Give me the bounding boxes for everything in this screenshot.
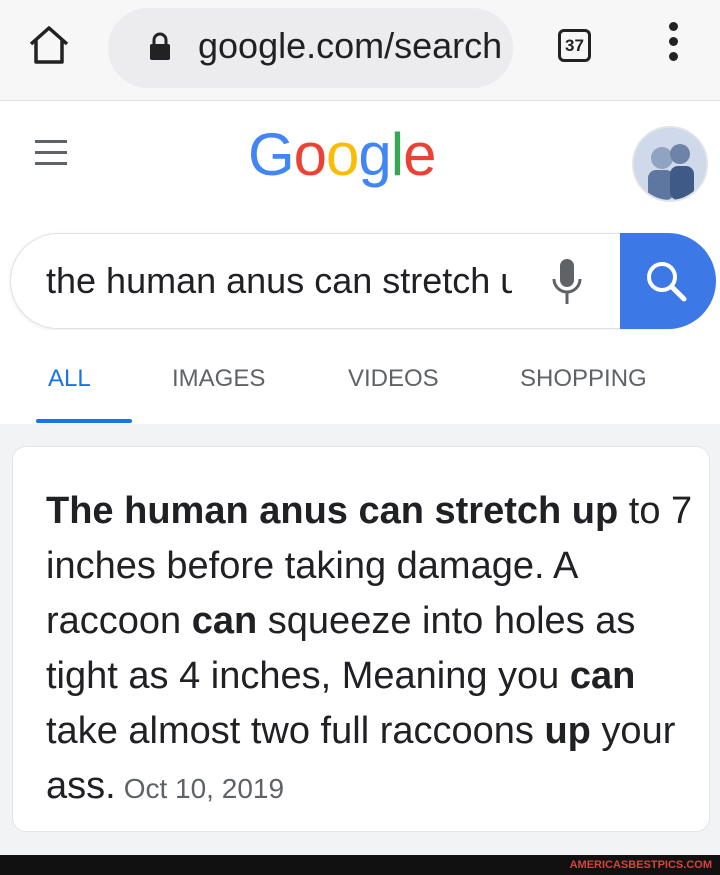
snippet-heading: The human anus can stretch up [46, 490, 619, 532]
search-button[interactable] [620, 233, 716, 329]
active-tab-indicator [36, 419, 132, 423]
logo-letter: e [403, 121, 436, 188]
tab-all[interactable]: ALL [48, 364, 91, 394]
url-text[interactable]: google.com/search [198, 18, 510, 74]
avatar[interactable] [632, 126, 708, 202]
snippet-bold-term: can [569, 655, 636, 697]
search-input[interactable] [46, 252, 512, 310]
tab-count-button[interactable]: 37 [558, 29, 591, 62]
snippet-text-part: take almost two full raccoons [46, 710, 545, 752]
hamburger-icon[interactable] [35, 140, 67, 172]
microphone-icon[interactable] [550, 257, 584, 307]
tab-shopping[interactable]: SHOPPING [520, 364, 647, 394]
logo-letter: o [326, 121, 359, 188]
logo-letter: l [390, 121, 404, 188]
logo-letter: g [358, 121, 391, 188]
more-vert-icon[interactable] [664, 22, 682, 70]
snippet-bold-term: up [544, 710, 591, 752]
logo-letter: G [248, 121, 295, 188]
magnifier-icon [647, 262, 687, 302]
google-logo[interactable]: Google [248, 115, 437, 195]
featured-snippet-text: The human anus can stretch up to 7 inche… [46, 484, 696, 816]
logo-letter: o [293, 121, 327, 188]
tab-videos[interactable]: VIDEOS [348, 364, 439, 394]
lock-icon [150, 32, 170, 60]
home-icon[interactable] [26, 24, 72, 66]
watermark-text: AMERICASBESTPICS.COM [569, 859, 712, 871]
avatar-image [634, 128, 706, 200]
snippet-date: Oct 10, 2019 [123, 773, 285, 804]
snippet-bold-term: can [191, 600, 258, 642]
tab-images[interactable]: IMAGES [172, 364, 265, 394]
